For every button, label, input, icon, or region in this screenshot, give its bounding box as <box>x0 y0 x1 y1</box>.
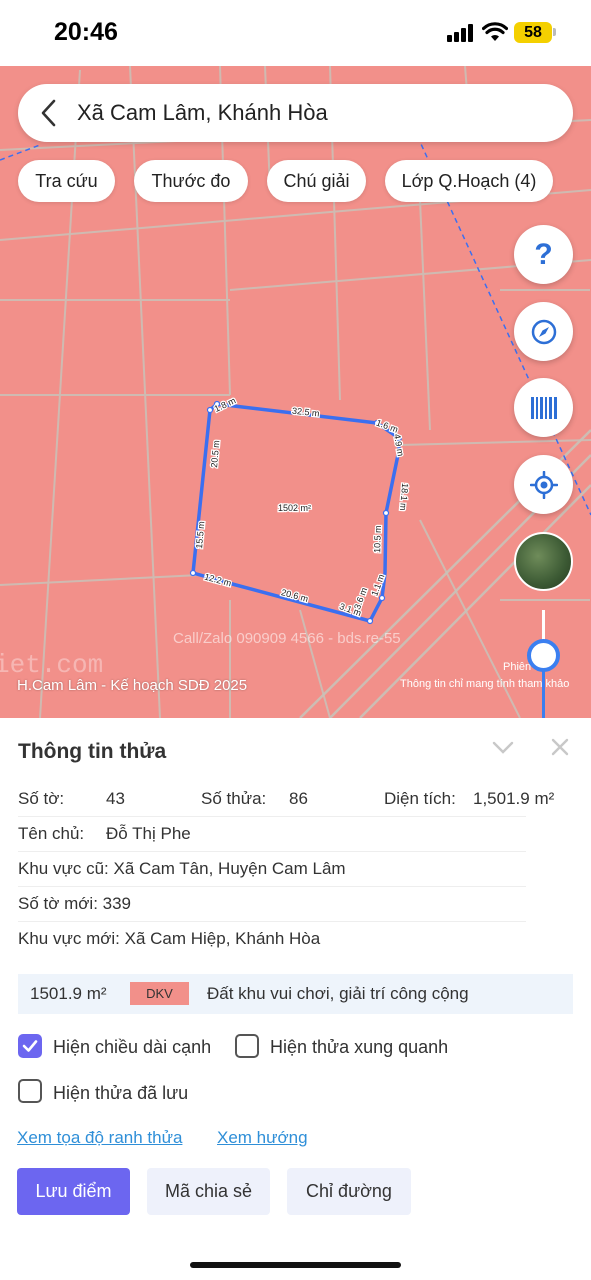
divider <box>18 921 526 922</box>
ten-chu-label: Tên chủ: <box>18 824 85 843</box>
saved-parcels-label[interactable]: Hiện thửa đã lưu <box>53 1083 188 1104</box>
divider <box>18 851 526 852</box>
battery-tip <box>553 28 556 36</box>
ten-chu-value: Đỗ Thị Phe <box>106 824 191 843</box>
edge-label: 32.5 m <box>292 406 320 419</box>
chip-lop-quy-hoach[interactable]: Lớp Q.Hoạch (4) <box>385 160 553 202</box>
home-indicator <box>190 1262 401 1268</box>
divider <box>18 816 526 817</box>
watermark-fragment: iet.com <box>0 650 104 680</box>
dien-tich-label: Diện tích: <box>384 789 456 808</box>
opacity-slider-knob[interactable] <box>527 639 560 672</box>
status-bar: 20:46 58 <box>0 0 591 66</box>
compass-icon <box>531 319 556 344</box>
divider <box>18 886 526 887</box>
satellite-layer-button[interactable] <box>514 532 573 591</box>
so-thua-label: Số thửa: <box>201 789 267 808</box>
barcode-button[interactable] <box>514 378 573 437</box>
save-point-button[interactable]: Lưu điểm <box>17 1168 130 1215</box>
edge-label: 1.8 m <box>213 395 238 414</box>
so-to-label: Số tờ: <box>18 789 65 808</box>
land-use-area: 1501.9 m² <box>30 984 107 1003</box>
so-thua-value: 86 <box>289 789 308 808</box>
so-to-value: 43 <box>106 789 125 808</box>
wifi-icon <box>482 22 508 41</box>
compass-button[interactable] <box>514 302 573 361</box>
chip-chu-giai[interactable]: Chú giải <box>267 160 366 202</box>
watermark: Call/Zalo 090909 4566 - bds.re-55 <box>173 630 401 647</box>
dien-tich-value: 1,501.9 m² <box>473 789 555 808</box>
back-chevron-icon[interactable] <box>38 98 60 128</box>
land-use-row: 1501.9 m² DKV Đất khu vui chơi, giải trí… <box>18 974 573 1014</box>
neighbors-checkbox[interactable] <box>235 1034 259 1058</box>
edge-label: 15.5 m <box>194 521 206 549</box>
parcel-area-label: 1502 m² <box>278 503 311 513</box>
panel-title: Thông tin thửa <box>18 740 167 763</box>
saved-parcels-checkbox[interactable] <box>18 1079 42 1103</box>
edge-label: 4.9 m <box>392 433 406 457</box>
so-to-moi: Số tờ mới: 339 <box>18 894 132 913</box>
edge-label: 10.5 m <box>372 525 383 553</box>
edge-label: 12.2 m <box>203 572 232 589</box>
neighbors-label[interactable]: Hiện thửa xung quanh <box>270 1037 448 1058</box>
check-icon <box>22 1040 38 1052</box>
edge-label: 18.1 m <box>398 483 410 511</box>
help-button[interactable]: ? <box>514 225 573 284</box>
khu-vuc-moi: Khu vực mới: Xã Cam Hiệp, Khánh Hòa <box>18 929 321 948</box>
directions-button[interactable]: Chỉ đường <box>287 1168 411 1215</box>
battery-icon: 58 <box>514 22 552 43</box>
opacity-slider-fill <box>542 670 545 718</box>
status-time: 20:46 <box>54 18 118 46</box>
help-icon: ? <box>534 237 553 271</box>
locate-icon <box>529 470 558 499</box>
edge-lengths-label[interactable]: Hiện chiều dài cạnh <box>53 1037 211 1058</box>
view-coordinates-link[interactable]: Xem tọa độ ranh thửa <box>17 1128 182 1148</box>
view-direction-link[interactable]: Xem hướng <box>217 1128 308 1148</box>
location-title[interactable]: Xã Cam Lâm, Khánh Hòa <box>77 100 328 126</box>
edge-label: 20.5 m <box>209 440 221 468</box>
chip-tra-cuu[interactable]: Tra cứu <box>18 160 115 202</box>
cellular-signal-icon <box>447 24 475 42</box>
plan-label: H.Cam Lâm - Kế hoạch SDĐ 2025 <box>17 677 248 694</box>
edge-label: 1.6 m <box>375 418 400 435</box>
khu-vuc-cu: Khu vực cũ: Xã Cam Tân, Huyện Cam Lâm <box>18 859 346 878</box>
chevron-down-icon[interactable] <box>492 740 514 756</box>
parcel-info-panel: Thông tin thửa Số tờ: 43 Số thửa: 86 Diệ… <box>0 718 591 1280</box>
chip-thuoc-do[interactable]: Thước đo <box>134 160 248 202</box>
land-use-code-badge: DKV <box>130 982 189 1005</box>
land-use-description: Đất khu vui chơi, giải trí công cộng <box>207 984 469 1003</box>
search-bar[interactable]: Xã Cam Lâm, Khánh Hòa <box>18 84 573 142</box>
share-code-button[interactable]: Mã chia sẻ <box>147 1168 270 1215</box>
barcode-icon <box>530 396 557 419</box>
close-icon[interactable] <box>550 737 570 757</box>
edge-lengths-checkbox[interactable] <box>18 1034 42 1058</box>
locate-button[interactable] <box>514 455 573 514</box>
